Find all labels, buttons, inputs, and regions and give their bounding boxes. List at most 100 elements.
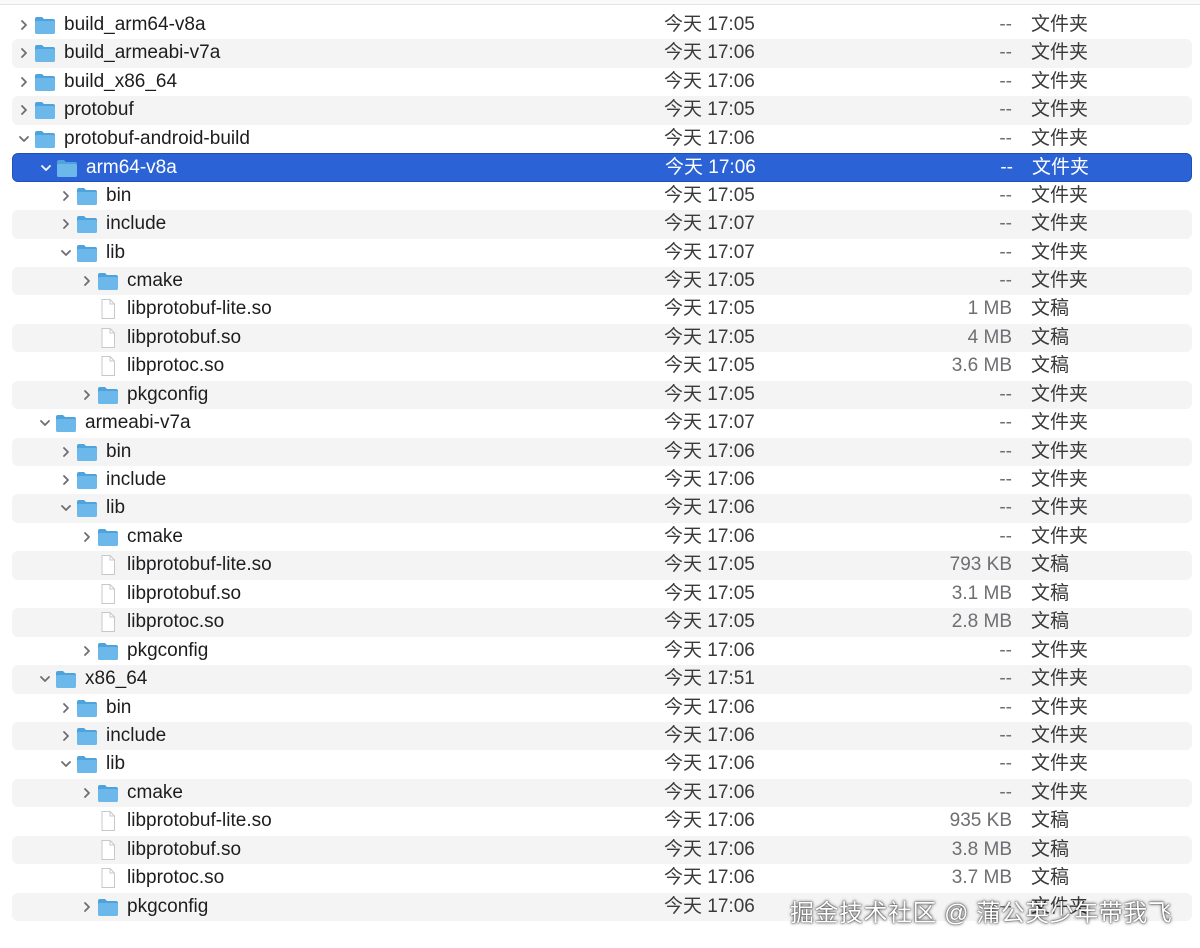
date-modified: 今天 17:06: [664, 525, 755, 547]
file-row[interactable]: libprotobuf-lite.so 今天 17:06 935 KB 文稿: [12, 807, 1192, 835]
folder-row[interactable]: lib 今天 17:06 -- 文件夹: [12, 494, 1192, 523]
date-modified: 今天 17:06: [664, 724, 755, 746]
chevron-down-icon[interactable]: [37, 665, 53, 693]
file-row[interactable]: libprotobuf.so 今天 17:05 4 MB 文稿: [12, 323, 1192, 353]
chevron-right-icon[interactable]: [58, 722, 74, 750]
file-size: --: [999, 383, 1012, 405]
chevron-right-icon[interactable]: [58, 210, 74, 238]
folder-row[interactable]: cmake 今天 17:06 -- 文件夹: [12, 778, 1192, 808]
folder-row[interactable]: lib 今天 17:07 -- 文件夹: [12, 239, 1192, 267]
chevron-down-icon[interactable]: [58, 239, 74, 267]
chevron-right-icon[interactable]: [79, 779, 95, 807]
folder-row[interactable]: cmake 今天 17:05 -- 文件夹: [12, 266, 1192, 296]
folder-row[interactable]: build_x86_64 今天 17:06 -- 文件夹: [12, 68, 1192, 96]
file-kind: 文稿: [1031, 611, 1070, 633]
folder-icon: [97, 783, 119, 803]
chevron-right-icon[interactable]: [58, 694, 74, 722]
file-row[interactable]: libprotoc.so 今天 17:05 3.6 MB 文稿: [12, 352, 1192, 380]
date-modified: 今天 17:05: [664, 326, 755, 348]
document-icon: [97, 811, 119, 832]
file-kind: 文件夹: [1031, 753, 1089, 775]
file-size: 4 MB: [967, 326, 1012, 348]
date-modified: 今天 17:05: [664, 554, 755, 576]
file-name: libprotoc.so: [127, 355, 225, 377]
file-size: --: [999, 639, 1012, 661]
chevron-down-icon[interactable]: [38, 154, 54, 182]
file-row[interactable]: libprotoc.so 今天 17:06 3.7 MB 文稿: [12, 864, 1192, 892]
chevron-right-icon[interactable]: [79, 893, 95, 921]
folder-row[interactable]: protobuf-android-build 今天 17:06 -- 文件夹: [12, 125, 1192, 153]
chevron-down-icon[interactable]: [37, 409, 53, 437]
file-row[interactable]: libprotobuf-lite.so 今天 17:05 1 MB 文稿: [12, 295, 1192, 323]
file-name: libprotoc.so: [127, 867, 225, 889]
chevron-right-icon[interactable]: [58, 438, 74, 466]
chevron-right-icon[interactable]: [58, 182, 74, 210]
folder-row[interactable]: include 今天 17:06 -- 文件夹: [12, 466, 1192, 494]
folder-row[interactable]: build_armeabi-v7a 今天 17:06 -- 文件夹: [12, 39, 1192, 68]
file-name: build_arm64-v8a: [64, 14, 206, 35]
file-row[interactable]: libprotoc.so 今天 17:05 2.8 MB 文稿: [12, 608, 1192, 637]
date-modified: 今天 17:05: [664, 355, 755, 377]
chevron-right-icon[interactable]: [16, 68, 32, 96]
folder-row[interactable]: include 今天 17:07 -- 文件夹: [12, 210, 1192, 239]
date-modified: 今天 17:06: [664, 42, 755, 64]
folder-row[interactable]: bin 今天 17:06 -- 文件夹: [12, 694, 1192, 722]
file-size: --: [999, 70, 1012, 92]
chevron-right-icon[interactable]: [79, 381, 95, 409]
folder-row[interactable]: bin 今天 17:06 -- 文件夹: [12, 437, 1192, 466]
date-modified: 今天 17:05: [664, 99, 755, 121]
date-modified: 今天 17:05: [664, 184, 755, 206]
folder-row[interactable]: armeabi-v7a 今天 17:07 -- 文件夹: [12, 409, 1192, 437]
file-name: include: [106, 724, 167, 746]
chevron-right-icon[interactable]: [16, 11, 32, 39]
document-icon: [97, 327, 119, 348]
chevron-down-icon[interactable]: [58, 750, 74, 778]
document-icon: [97, 868, 119, 889]
chevron-right-icon[interactable]: [79, 637, 95, 665]
folder-row[interactable]: build_arm64-v8a 今天 17:05 -- 文件夹: [12, 11, 1192, 39]
date-modified: 今天 17:06: [664, 70, 755, 92]
folder-row[interactable]: bin 今天 17:05 -- 文件夹: [12, 182, 1192, 210]
folder-icon: [76, 243, 98, 263]
file-name: cmake: [127, 525, 183, 547]
file-name: protobuf: [64, 99, 134, 121]
date-modified: 今天 17:07: [664, 241, 755, 263]
folder-icon: [97, 271, 119, 291]
date-modified: 今天 17:06: [664, 895, 755, 917]
file-row[interactable]: libprotobuf.so 今天 17:06 3.8 MB 文稿: [12, 835, 1192, 865]
file-kind: 文稿: [1031, 298, 1070, 320]
chevron-right-icon[interactable]: [79, 267, 95, 295]
chevron-right-icon[interactable]: [16, 96, 32, 124]
file-name: build_x86_64: [64, 70, 178, 92]
chevron-right-icon[interactable]: [16, 39, 32, 67]
folder-row[interactable]: include 今天 17:06 -- 文件夹: [12, 721, 1192, 751]
file-size: --: [999, 269, 1012, 291]
folder-row[interactable]: cmake 今天 17:06 -- 文件夹: [12, 523, 1192, 551]
document-icon: [97, 839, 119, 860]
file-kind: 文件夹: [1031, 42, 1089, 64]
chevron-down-icon[interactable]: [58, 494, 74, 522]
folder-icon: [76, 754, 98, 774]
date-modified: 今天 17:06: [664, 781, 755, 803]
folder-icon: [76, 698, 98, 718]
folder-row[interactable]: pkgconfig 今天 17:05 -- 文件夹: [12, 380, 1192, 410]
file-kind: 文稿: [1031, 810, 1070, 832]
folder-row[interactable]: lib 今天 17:06 -- 文件夹: [12, 750, 1192, 778]
chevron-right-icon[interactable]: [79, 523, 95, 551]
chevron-down-icon[interactable]: [16, 125, 32, 153]
file-kind: 文件夹: [1031, 213, 1089, 235]
folder-icon: [76, 442, 98, 462]
chevron-right-icon[interactable]: [58, 466, 74, 494]
file-name: bin: [106, 696, 132, 718]
folder-row[interactable]: x86_64 今天 17:51 -- 文件夹: [12, 665, 1192, 694]
file-size: 935 KB: [949, 810, 1012, 832]
file-row[interactable]: libprotobuf-lite.so 今天 17:05 793 KB 文稿: [12, 551, 1192, 580]
date-modified: 今天 17:05: [664, 14, 755, 35]
file-name: libprotobuf.so: [127, 582, 242, 604]
file-kind: 文稿: [1031, 355, 1070, 377]
file-row[interactable]: libprotobuf.so 今天 17:05 3.1 MB 文稿: [12, 580, 1192, 608]
folder-row[interactable]: pkgconfig 今天 17:06 -- 文件夹: [12, 637, 1192, 665]
folder-row[interactable]: arm64-v8a 今天 17:06 -- 文件夹: [12, 153, 1192, 182]
file-kind: 文件夹: [1031, 469, 1089, 490]
folder-row[interactable]: protobuf 今天 17:05 -- 文件夹: [12, 96, 1192, 125]
